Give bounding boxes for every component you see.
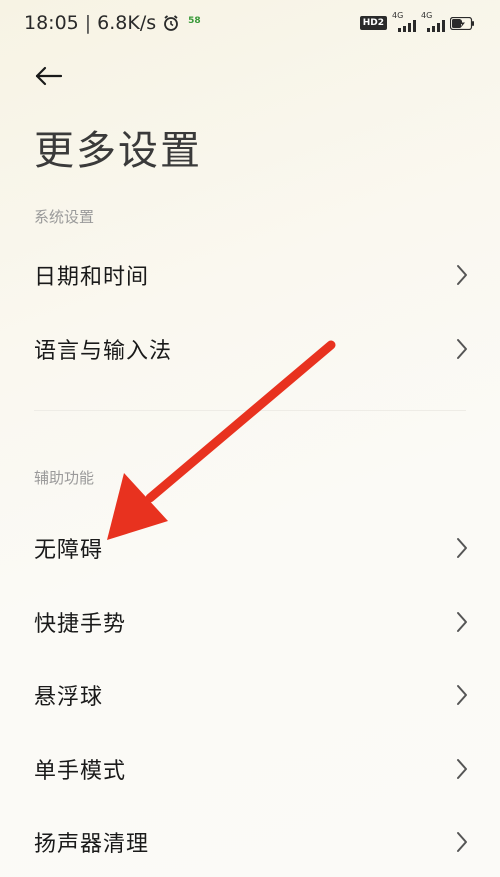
list-item-floating-ball[interactable]: 悬浮球 [0,663,500,727]
notification-badge: 58 [188,16,201,26]
list-item-date-time[interactable]: 日期和时间 [0,243,500,307]
chevron-right-icon [457,612,467,632]
signal-1-label: 4G [392,11,404,20]
list-item-label: 无障碍 [34,538,104,563]
back-button[interactable] [30,60,66,92]
list-item-speaker-cleaning[interactable]: 扬声器清理 [0,810,500,874]
status-bar: 18:05 | 6.8K/s 58 HD2 4G 4G [0,0,500,50]
status-separator: | [84,12,92,34]
page-title: 更多设置 [34,128,202,174]
signal-bars-icon [427,20,445,32]
chevron-right-icon [457,685,467,705]
hd-badge: HD2 [359,16,387,30]
list-item-quick-gestures[interactable]: 快捷手势 [0,590,500,654]
chevron-right-icon [457,265,467,285]
status-time: 18:05 [24,12,79,34]
status-left: 18:05 | 6.8K/s 58 [24,12,201,34]
list-item-label: 悬浮球 [34,685,104,710]
section-header-system: 系统设置 [34,208,95,226]
list-item-label: 语言与输入法 [34,339,173,364]
network-speed: 6.8K/s [97,12,157,34]
chevron-right-icon [457,538,467,558]
list-item-label: 日期和时间 [34,265,150,290]
status-right: HD2 4G 4G [359,11,474,32]
list-item-accessibility[interactable]: 无障碍 [0,516,500,580]
list-item-label: 扬声器清理 [34,832,150,857]
chevron-right-icon [457,759,467,779]
signal-bars-icon [398,20,416,32]
section-divider [34,410,466,411]
list-item-one-handed-mode[interactable]: 单手模式 [0,737,500,801]
signal-strength-1: 4G [392,11,416,32]
list-item-language-input[interactable]: 语言与输入法 [0,317,500,381]
section-header-accessibility: 辅助功能 [34,469,95,487]
arrow-left-icon [35,66,62,86]
chevron-right-icon [457,832,467,852]
list-item-label: 快捷手势 [34,612,127,637]
signal-2-label: 4G [421,11,433,20]
alarm-clock-icon [164,15,179,31]
battery-charging-icon [450,16,474,30]
signal-strength-2: 4G [421,11,445,32]
chevron-right-icon [457,339,467,359]
list-item-label: 单手模式 [34,759,127,784]
